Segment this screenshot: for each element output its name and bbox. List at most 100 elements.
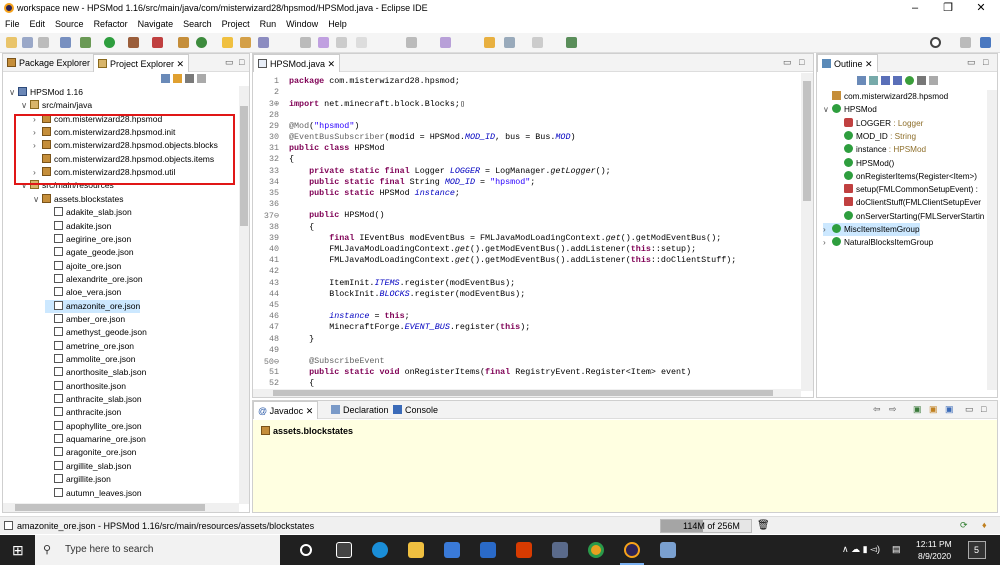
- close-editor-icon[interactable]: ✕: [328, 59, 336, 69]
- store-icon[interactable]: [444, 542, 460, 558]
- code-line[interactable]: final IEventBus modEventBus = FMLJavaMod…: [289, 233, 721, 243]
- maximize-bottom-icon[interactable]: □: [981, 404, 986, 414]
- code-line[interactable]: public static final String MOD_ID = "hps…: [289, 177, 535, 187]
- menu-source[interactable]: Source: [50, 17, 89, 31]
- editor-horizontal-scrollbar[interactable]: [253, 389, 801, 397]
- system-tray-icons[interactable]: ∧ ☁ ▮ ◅): [842, 544, 880, 555]
- task-view-icon[interactable]: [336, 542, 352, 558]
- tree-horizontal-scrollbar[interactable]: [3, 503, 239, 512]
- hide-nonpublic-icon[interactable]: [905, 76, 914, 85]
- menu-file[interactable]: File: [0, 17, 25, 31]
- minimize-editor-icon[interactable]: ▭: [783, 57, 792, 68]
- collapse-all-icon[interactable]: [161, 74, 170, 83]
- code-line[interactable]: package com.misterwizard28.hpsmod;: [289, 76, 460, 86]
- chrome-icon[interactable]: [588, 542, 604, 558]
- tab-declaration[interactable]: Declaration: [327, 401, 393, 419]
- hide-static-icon[interactable]: [893, 76, 902, 85]
- code-line[interactable]: instance = this;: [289, 311, 409, 321]
- pin-editor-icon[interactable]: [566, 37, 577, 48]
- filter-icon[interactable]: [185, 74, 194, 83]
- tree-item[interactable]: aragonite_ore.json: [45, 446, 136, 459]
- toggle-block-icon[interactable]: [318, 37, 329, 48]
- outline-item[interactable]: › NaturalBlocksItemGroup: [823, 236, 933, 249]
- menu-run[interactable]: Run: [255, 17, 282, 31]
- open-declaration-icon[interactable]: ▣: [945, 404, 954, 415]
- link-with-editor-icon[interactable]: [173, 74, 182, 83]
- office-icon[interactable]: [516, 542, 532, 558]
- outline-item[interactable]: MOD_ID : String: [835, 130, 916, 143]
- run-icon[interactable]: [104, 37, 115, 48]
- open-task-icon[interactable]: [240, 37, 251, 48]
- menu-window[interactable]: Window: [281, 17, 323, 31]
- restore-button[interactable]: ❐: [933, 0, 963, 17]
- debug-icon[interactable]: [80, 37, 91, 48]
- prev-annotation-icon[interactable]: [440, 37, 451, 48]
- outline-item[interactable]: instance : HPSMod: [835, 143, 926, 156]
- outline-item[interactable]: onServerStarting(FMLServerStartin: [835, 210, 984, 223]
- code-line[interactable]: @SubscribeEvent: [289, 356, 384, 366]
- tree-item[interactable]: adakite_slab.json: [45, 206, 132, 219]
- code-line[interactable]: private static final Logger LOGGER = Log…: [289, 166, 611, 176]
- outline-toggle-icon[interactable]: ›: [823, 223, 832, 236]
- code-line[interactable]: @Mod("hpsmod"): [289, 121, 359, 131]
- tree-item[interactable]: aloe_vera.json: [45, 286, 121, 299]
- code-line[interactable]: ItemInit.ITEMS.register(modEventBus);: [289, 278, 515, 288]
- menu-refactor[interactable]: Refactor: [89, 17, 133, 31]
- tree-toggle-icon[interactable]: ∨: [9, 86, 18, 99]
- outline-item[interactable]: setup(FMLCommonSetupEvent) :: [835, 183, 978, 196]
- code-line[interactable]: @EventBusSubscriber(modid = HPSMod.MOD_I…: [289, 132, 576, 142]
- tree-item[interactable]: ∨ src/main/java: [21, 99, 92, 112]
- notification-center-icon[interactable]: 5: [968, 541, 986, 559]
- code-line[interactable]: public static HPSMod instance;: [289, 188, 460, 198]
- menu-navigate[interactable]: Navigate: [133, 17, 179, 31]
- toggle-mark-icon[interactable]: [300, 37, 311, 48]
- windows-start-icon[interactable]: ⊞: [12, 542, 24, 559]
- outline-toggle-icon[interactable]: ›: [823, 236, 832, 249]
- menu-help[interactable]: Help: [323, 17, 352, 31]
- tree-item[interactable]: anthracite_slab.json: [45, 393, 142, 406]
- close-outline-icon[interactable]: ✕: [865, 59, 873, 69]
- tab-package-explorer[interactable]: Package Explorer: [3, 54, 94, 72]
- tree-item[interactable]: aegirine_ore.json: [45, 233, 131, 246]
- outline-menu-icon[interactable]: [929, 76, 938, 85]
- coverage-icon[interactable]: [152, 37, 163, 48]
- hide-fields-icon[interactable]: [881, 76, 890, 85]
- tree-toggle-icon[interactable]: ∨: [33, 193, 42, 206]
- tree-item[interactable]: ajoite_ore.json: [45, 260, 121, 273]
- minimize-button[interactable]: –: [900, 0, 930, 17]
- close-button[interactable]: ✕: [966, 0, 996, 17]
- close-tab-icon[interactable]: ✕: [177, 59, 185, 69]
- keyboard-icon[interactable]: ▤: [892, 544, 901, 555]
- outline-item[interactable]: onRegisterItems(Register<Item>): [835, 170, 977, 183]
- maximize-editor-icon[interactable]: □: [799, 57, 804, 67]
- skip-breakpoints-icon[interactable]: [60, 37, 71, 48]
- edge-icon[interactable]: [372, 542, 388, 558]
- code-line[interactable]: BlockInit.BLOCKS.register(modEventBus);: [289, 289, 525, 299]
- tab-project-explorer[interactable]: Project Explorer ✕: [93, 54, 190, 72]
- gc-trash-icon[interactable]: 🗑: [757, 520, 770, 531]
- tree-toggle-icon[interactable]: ∨: [21, 99, 30, 112]
- minimize-bottom-icon[interactable]: ▭: [965, 404, 974, 415]
- new-package-icon[interactable]: [178, 37, 189, 48]
- outline-vertical-scrollbar[interactable]: [987, 90, 997, 390]
- next-annotation-icon[interactable]: [406, 37, 417, 48]
- code-line[interactable]: import net.minecraft.block.Blocks;▯: [289, 98, 465, 109]
- clock-date[interactable]: 8/9/2020: [918, 551, 951, 561]
- close-javadoc-icon[interactable]: ✕: [306, 406, 314, 416]
- menu-project[interactable]: Project: [217, 17, 255, 31]
- cortana-icon[interactable]: [300, 544, 312, 556]
- tab-javadoc[interactable]: @ Javadoc ✕: [253, 401, 319, 419]
- maximize-view-icon[interactable]: □: [239, 57, 244, 67]
- code-line[interactable]: {: [289, 222, 314, 232]
- open-perspective-icon[interactable]: [960, 37, 971, 48]
- tree-item[interactable]: agate_geode.json: [45, 246, 134, 259]
- minimize-outline-icon[interactable]: ▭: [967, 57, 976, 68]
- tree-item[interactable]: anorthosite_slab.json: [45, 366, 146, 379]
- forward-icon[interactable]: [532, 37, 543, 48]
- tab-hpsmod-java[interactable]: HPSMod.java ✕: [253, 54, 341, 72]
- tree-item[interactable]: amber_ore.json: [45, 313, 125, 326]
- outline-toggle-icon[interactable]: ∨: [823, 103, 832, 116]
- open-type-icon[interactable]: [222, 37, 233, 48]
- back-icon[interactable]: [504, 37, 515, 48]
- code-line[interactable]: public static void onRegisterItems(final…: [289, 367, 691, 377]
